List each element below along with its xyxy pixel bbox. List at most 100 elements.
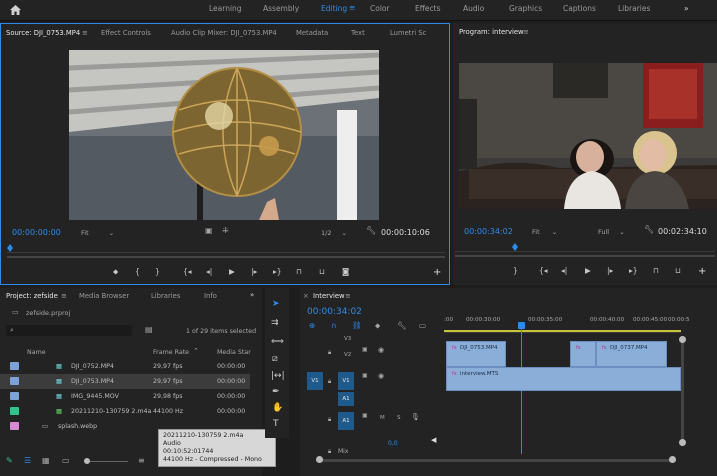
mix-go-to-icon[interactable]: ◀︎ xyxy=(431,436,436,444)
track-sync-icon[interactable]: ▣ xyxy=(362,372,368,379)
tab-source-menu-icon[interactable]: ≡ xyxy=(82,29,88,37)
label-color-swatch[interactable] xyxy=(10,362,19,370)
playhead-handle[interactable] xyxy=(518,322,525,329)
hand-tool-icon[interactable]: ✋ xyxy=(272,403,283,413)
program-timecode[interactable]: 00:00:34:02 xyxy=(464,227,513,236)
label-color-swatch[interactable] xyxy=(10,392,19,400)
marker-icon[interactable]: ⬥ xyxy=(113,267,118,277)
play-icon[interactable]: ▶ xyxy=(585,266,591,275)
tab-project-menu-icon[interactable]: ≡ xyxy=(61,292,67,300)
tab-metadata[interactable]: Metadata xyxy=(296,29,328,37)
program-scrubber[interactable] xyxy=(455,243,715,252)
step-forward-icon[interactable]: |▸ xyxy=(607,266,613,275)
tab-timeline-menu-icon[interactable]: ≡ xyxy=(345,292,351,300)
slip-tool-icon[interactable]: |↔| xyxy=(271,371,285,381)
ripple-edit-tool-icon[interactable]: ⟺ xyxy=(271,337,284,347)
tab-project[interactable]: Project: zefside xyxy=(6,292,58,300)
workspace-effects[interactable]: Effects xyxy=(415,4,441,13)
sort-icon[interactable]: ≡ xyxy=(138,456,145,465)
timeline-horizontal-scrollbar[interactable] xyxy=(316,456,676,463)
search-input[interactable]: ⌕ xyxy=(6,325,132,336)
timeline-clip[interactable]: fx interview.MTS xyxy=(446,367,681,391)
mute-button[interactable]: M xyxy=(380,415,385,421)
tab-audio-clip-mixer[interactable]: Audio Clip Mixer: DJI_0753.MP4 xyxy=(171,29,277,37)
workspace-graphics[interactable]: Graphics xyxy=(509,4,542,13)
workspace-audio[interactable]: Audio xyxy=(463,4,484,13)
step-back-icon[interactable]: ◂| xyxy=(206,267,212,276)
source-resolution-select[interactable]: 1/2 ⌄ xyxy=(321,229,347,237)
track-source-a1[interactable]: A1 xyxy=(338,392,354,406)
workspace-color[interactable]: Color xyxy=(370,4,390,13)
list-item[interactable]: ▦ 20211210-130759 2.m4a 44100 Hz 00:00:0… xyxy=(0,404,250,419)
label-color-swatch[interactable] xyxy=(10,377,19,385)
panel-overflow-icon[interactable]: » xyxy=(250,291,254,299)
home-icon[interactable] xyxy=(9,4,22,16)
timeline-timecode[interactable]: 00:00:34:02 xyxy=(307,307,362,317)
track-select-tool-icon[interactable]: ⇉ xyxy=(271,318,279,328)
workspace-overflow-icon[interactable]: » xyxy=(684,4,689,13)
selection-tool-icon[interactable]: ➤ xyxy=(272,299,280,309)
list-view-icon[interactable]: ☰ xyxy=(24,456,31,465)
insert-icon[interactable]: ⊓ xyxy=(296,267,302,276)
lift-icon[interactable]: ⊓ xyxy=(653,266,659,275)
tab-source[interactable]: Source: DJI_0753.MP4 xyxy=(6,29,80,37)
tab-interview[interactable]: Interview xyxy=(313,292,345,300)
zoom-slider[interactable] xyxy=(84,458,128,464)
out-point-icon[interactable]: } xyxy=(513,266,518,275)
camera-icon[interactable]: ◙ xyxy=(342,267,349,276)
source-zoom-icon[interactable]: ⁜ xyxy=(222,226,229,235)
tab-libraries[interactable]: Libraries xyxy=(151,292,180,300)
program-quality-select[interactable]: Full ⌄ xyxy=(598,228,625,236)
workspace-learning[interactable]: Learning xyxy=(209,4,242,13)
track-sync-icon[interactable]: ▣ xyxy=(362,346,368,353)
captions-icon[interactable]: ▭ xyxy=(419,321,426,330)
timeline-close-icon[interactable]: × xyxy=(303,292,309,300)
tab-info[interactable]: Info xyxy=(204,292,217,300)
nest-icon[interactable]: ⊕ xyxy=(309,321,315,330)
tab-program[interactable]: Program: interview xyxy=(459,28,524,36)
list-item[interactable]: ▦ IMG_9445.MOV 29,98 fps 00:00:00 xyxy=(0,389,250,404)
time-ruler[interactable]: :00 00:00:30:00 00:00:35:00 00:00:40:00 … xyxy=(444,311,690,333)
tab-program-menu-icon[interactable]: ≡ xyxy=(523,28,529,36)
workspace-editing[interactable]: Editing xyxy=(321,4,347,13)
workspace-assembly[interactable]: Assembly xyxy=(263,4,299,13)
tab-media-browser[interactable]: Media Browser xyxy=(79,292,129,300)
column-media-start[interactable]: Media Star xyxy=(217,349,251,356)
track-lock-icon[interactable]: 🔒︎ xyxy=(328,349,331,357)
pencil-icon[interactable]: ✎ xyxy=(6,456,13,465)
go-to-out-icon[interactable]: ▸} xyxy=(273,267,282,276)
sort-ascending-icon[interactable]: ⌃ xyxy=(193,347,199,355)
solo-button[interactable]: S xyxy=(397,415,401,421)
label-color-swatch[interactable] xyxy=(10,407,19,415)
track-lock-icon[interactable]: 🔒︎ xyxy=(328,416,331,424)
label-color-swatch[interactable] xyxy=(10,422,19,430)
list-item[interactable]: ▦ DJI_0753.MP4 29,97 fps 00:00:00 xyxy=(0,374,250,389)
play-icon[interactable]: ▶ xyxy=(229,267,235,276)
timeline-clip[interactable]: fx xyxy=(570,341,596,367)
workspace-menu-icon[interactable]: ≡ xyxy=(349,3,355,12)
source-fit-select[interactable]: Fit ⌄ xyxy=(81,229,114,237)
source-zoom-bar[interactable] xyxy=(7,256,445,258)
tab-text[interactable]: Text xyxy=(351,29,365,37)
razor-tool-icon[interactable]: ⧄ xyxy=(272,354,278,364)
column-name[interactable]: Name xyxy=(27,349,46,356)
pen-tool-icon[interactable]: ✒ xyxy=(272,387,280,397)
go-to-in-icon[interactable]: {◂ xyxy=(539,266,548,275)
linked-selection-icon[interactable]: ⛓ xyxy=(352,321,362,330)
in-point-icon[interactable]: { xyxy=(135,267,140,276)
eye-icon[interactable]: ◉ xyxy=(378,346,384,354)
timeline-clip[interactable]: fx DJI_0753.MP4 xyxy=(446,341,506,367)
list-item[interactable]: ▦ DJI_0752.MP4 29,97 fps 00:00:00 xyxy=(0,359,250,374)
source-clip-icon[interactable]: ▣ xyxy=(205,226,213,235)
program-zoom-bar[interactable] xyxy=(455,255,715,257)
track-target-a1[interactable]: A1 xyxy=(338,412,354,430)
go-to-in-icon[interactable]: {◂ xyxy=(183,267,192,276)
freeform-view-icon[interactable]: ▭ xyxy=(62,456,70,465)
add-button-icon[interactable]: + xyxy=(698,266,706,277)
snap-icon[interactable]: ∩ xyxy=(331,321,337,330)
type-tool-icon[interactable]: T xyxy=(273,419,279,429)
add-marker-icon[interactable]: ⬥ xyxy=(375,321,380,331)
step-back-icon[interactable]: ◂| xyxy=(561,266,567,275)
workspace-captions[interactable]: Captions xyxy=(563,4,596,13)
tab-lumetri-scopes[interactable]: Lumetri Sc xyxy=(390,29,426,37)
